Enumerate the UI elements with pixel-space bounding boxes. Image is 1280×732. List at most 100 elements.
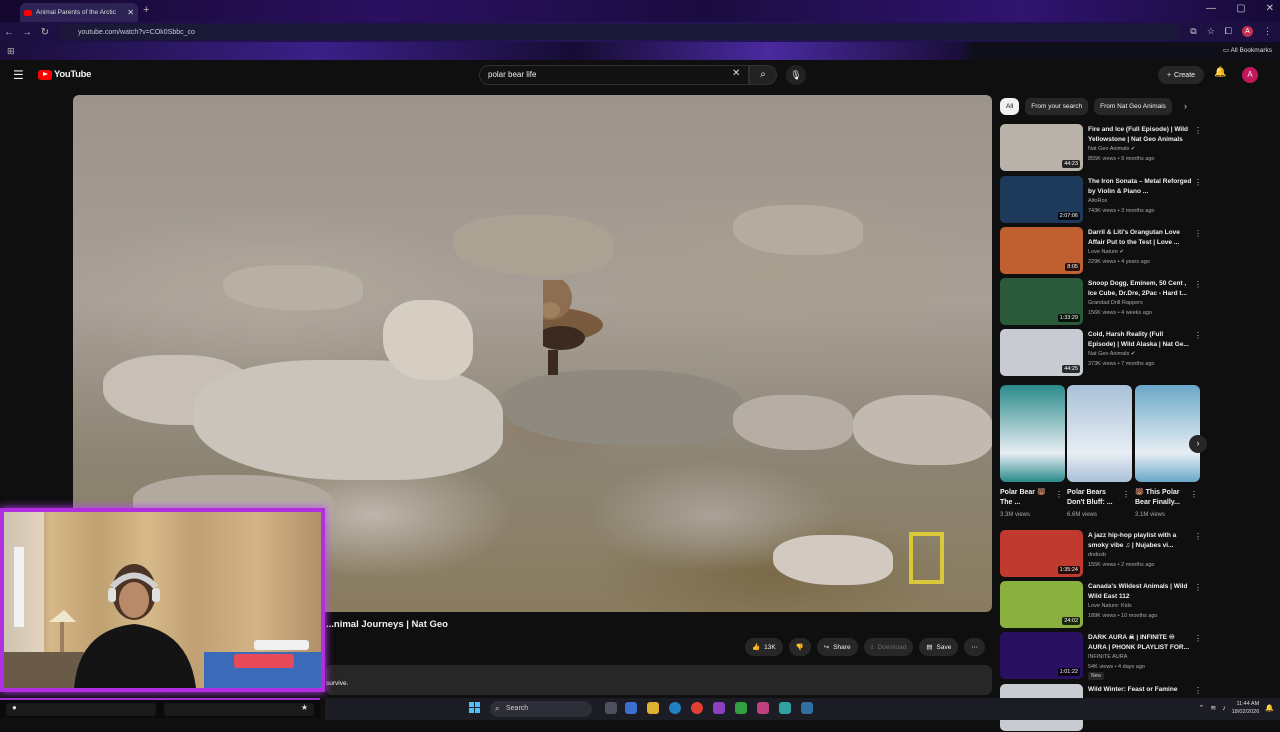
widgets-icon[interactable] bbox=[625, 702, 637, 714]
more-options-icon[interactable]: ⋮ bbox=[1194, 686, 1202, 695]
short-title[interactable]: 🐻 This Polar Bear Finally... bbox=[1135, 488, 1185, 508]
task-view-icon[interactable] bbox=[605, 702, 617, 714]
channel-name[interactable]: AltoRox bbox=[1088, 198, 1107, 204]
recommendation-title[interactable]: The Iron Sonata – Metal Reforged by Viol… bbox=[1088, 177, 1192, 196]
more-options-icon[interactable]: ⋮ bbox=[1194, 280, 1202, 289]
more-options-icon[interactable]: ⋮ bbox=[1190, 490, 1198, 499]
chevron-up-icon[interactable]: ⌃ bbox=[1199, 704, 1205, 712]
save-button[interactable]: ▤ Save bbox=[919, 638, 959, 656]
short-thumbnail[interactable] bbox=[1135, 385, 1200, 482]
clear-search-icon[interactable]: ✕ bbox=[732, 68, 740, 79]
more-options-icon[interactable]: ⋮ bbox=[1194, 229, 1202, 238]
more-options-icon[interactable]: ⋮ bbox=[1055, 490, 1063, 499]
close-tab-icon[interactable]: ✕ bbox=[127, 8, 134, 17]
recommendation-item[interactable]: 1:35:24 A jazz hip-hop playlist with a sm… bbox=[1000, 530, 1205, 578]
video-thumbnail[interactable]: 1:35:24 bbox=[1000, 530, 1083, 577]
app-icon[interactable] bbox=[713, 702, 725, 714]
recommendation-item[interactable]: 44:23 Fire and Ice (Full Episode) | Wild … bbox=[1000, 124, 1205, 172]
new-tab-icon[interactable]: + bbox=[143, 4, 149, 16]
share-button[interactable]: ↪ Share bbox=[816, 638, 858, 656]
taskbar-search[interactable]: ⌕ Search bbox=[490, 701, 592, 717]
channel-name[interactable]: Nat Geo Animals ✔ bbox=[1088, 146, 1135, 152]
apps-grid-icon[interactable]: ⊞ bbox=[7, 46, 15, 57]
more-options-icon[interactable]: ⋮ bbox=[1194, 178, 1202, 187]
short-thumbnail[interactable] bbox=[1000, 385, 1065, 482]
notifications-bell-icon[interactable]: 🔔 bbox=[1214, 67, 1226, 78]
recommendation-item[interactable]: 2:07:06 The Iron Sonata – Metal Reforged … bbox=[1000, 176, 1205, 224]
video-thumbnail[interactable]: 44:23 bbox=[1000, 124, 1083, 171]
minimize-icon[interactable]: — bbox=[1206, 3, 1216, 14]
dislike-button[interactable]: 👎 bbox=[788, 638, 811, 656]
recommendation-title[interactable]: Snoop Dogg, Eminem, 50 Cent , Ice Cube, … bbox=[1088, 279, 1192, 298]
chevron-right-icon[interactable]: › bbox=[1184, 101, 1187, 111]
discord-icon[interactable] bbox=[757, 702, 769, 714]
recommendation-title[interactable]: A jazz hip-hop playlist with a smoky vib… bbox=[1088, 531, 1192, 550]
extensions-icon[interactable]: ⧠ bbox=[1225, 26, 1232, 37]
video-thumbnail[interactable]: 2:07:06 bbox=[1000, 176, 1083, 223]
description-box[interactable] bbox=[326, 665, 992, 695]
recommendation-item[interactable]: 44:25 Cold, Harsh Reality (Full Episode) … bbox=[1000, 329, 1205, 377]
recommendation-title[interactable]: Cold, Harsh Reality (Full Episode) | Wil… bbox=[1088, 330, 1192, 349]
channel-name[interactable]: Grandad Drill Rappers bbox=[1088, 300, 1143, 306]
windows-start-icon[interactable] bbox=[469, 702, 481, 714]
search-input[interactable]: polar bear life bbox=[479, 65, 749, 85]
url-field[interactable]: youtube.com/watch?v=COk0Sbbc_co bbox=[60, 24, 1180, 40]
recommendation-title[interactable]: Darril & Liti's Orangutan Love Affair Pu… bbox=[1088, 228, 1192, 247]
video-thumbnail[interactable]: 44:25 bbox=[1000, 329, 1083, 376]
chip-from-your-search[interactable]: From your search bbox=[1025, 98, 1089, 115]
app-icon[interactable] bbox=[779, 702, 791, 714]
recommendation-title[interactable]: Canada's Wildest Animals | Wild Wild Eas… bbox=[1088, 582, 1192, 601]
menu-icon[interactable]: ☰ bbox=[13, 68, 24, 82]
profile-avatar[interactable]: A bbox=[1242, 26, 1253, 37]
channel-name[interactable]: Love Nature: Kids bbox=[1088, 603, 1132, 609]
browser-tab[interactable]: Animal Parents of the Arctic ✕ bbox=[20, 3, 138, 22]
video-thumbnail[interactable]: 1:33:29 bbox=[1000, 278, 1083, 325]
short-thumbnail[interactable] bbox=[1067, 385, 1132, 482]
more-options-icon[interactable]: ⋮ bbox=[1194, 634, 1202, 643]
maximize-icon[interactable]: ▢ bbox=[1236, 3, 1245, 14]
create-button[interactable]: + Create bbox=[1158, 66, 1204, 84]
volume-icon[interactable]: ♪ bbox=[1222, 705, 1226, 712]
bookmark-star-icon[interactable]: ☆ bbox=[1207, 26, 1215, 37]
channel-name[interactable]: Nat Geo Animals ✔ bbox=[1088, 351, 1135, 357]
recommendation-title[interactable]: DARK AURA ☠ | INFINITE ♾ AURA | PHONK PL… bbox=[1088, 633, 1192, 652]
more-options-icon[interactable]: ⋮ bbox=[1194, 126, 1202, 135]
back-icon[interactable]: ← bbox=[0, 27, 18, 38]
install-icon[interactable]: ⧉ bbox=[1190, 26, 1196, 37]
chip-from-nat-geo-animals[interactable]: From Nat Geo Animals bbox=[1094, 98, 1172, 115]
file-explorer-icon[interactable] bbox=[647, 702, 659, 714]
more-options-icon[interactable]: ⋮ bbox=[1122, 490, 1130, 499]
more-options-icon[interactable]: ⋮ bbox=[1194, 331, 1202, 340]
recommendation-item[interactable]: 24:02 Canada's Wildest Animals | Wild Wil… bbox=[1000, 581, 1205, 629]
xbox-icon[interactable] bbox=[735, 702, 747, 714]
all-bookmarks-link[interactable]: ▭ All Bookmarks bbox=[1223, 46, 1272, 54]
clock[interactable]: 11:44 AM 18/02/2026 bbox=[1232, 700, 1260, 716]
browser-menu-icon[interactable]: ⋮ bbox=[1263, 26, 1272, 37]
shorts-next-button[interactable]: › bbox=[1189, 435, 1207, 453]
recommendation-item[interactable]: 8:05 Darril & Liti's Orangutan Love Affai… bbox=[1000, 227, 1205, 275]
notification-icon[interactable]: 🔔 bbox=[1265, 704, 1274, 712]
short-title[interactable]: Polar Bear 🐻 The ... bbox=[1000, 488, 1050, 508]
youtube-logo[interactable]: YouTube bbox=[38, 69, 91, 80]
chrome-icon[interactable] bbox=[691, 702, 703, 714]
recommendation-item[interactable]: 1:33:29 Snoop Dogg, Eminem, 50 Cent , Ice… bbox=[1000, 278, 1205, 326]
steam-icon[interactable] bbox=[801, 702, 813, 714]
more-actions-button[interactable]: ⋯ bbox=[964, 638, 985, 656]
wifi-icon[interactable]: ≋ bbox=[1210, 704, 1216, 712]
recommendation-title[interactable]: Wild Winter: Feast or Famine bbox=[1088, 685, 1192, 695]
channel-name[interactable]: Love Nature ✔ bbox=[1088, 249, 1124, 255]
voice-search-button[interactable]: 🎙 bbox=[786, 65, 806, 85]
edge-icon[interactable] bbox=[669, 702, 681, 714]
more-options-icon[interactable]: ⋮ bbox=[1194, 532, 1202, 541]
reload-icon[interactable]: ↻ bbox=[36, 27, 54, 38]
forward-icon[interactable]: → bbox=[18, 27, 36, 38]
recommendation-item[interactable]: 1:01:22 DARK AURA ☠ | INFINITE ♾ AURA | P… bbox=[1000, 632, 1205, 680]
download-button[interactable]: ⤓ Download bbox=[863, 638, 914, 656]
more-options-icon[interactable]: ⋮ bbox=[1194, 583, 1202, 592]
channel-name[interactable]: dndosb bbox=[1088, 552, 1106, 558]
video-thumbnail[interactable]: 24:02 bbox=[1000, 581, 1083, 628]
video-thumbnail[interactable]: 1:01:22 bbox=[1000, 632, 1083, 679]
short-title[interactable]: Polar Bears Don't Bluff: ... bbox=[1067, 488, 1117, 508]
chip-all[interactable]: All bbox=[1000, 98, 1020, 115]
channel-name[interactable]: INFINITE AURA bbox=[1088, 654, 1127, 660]
